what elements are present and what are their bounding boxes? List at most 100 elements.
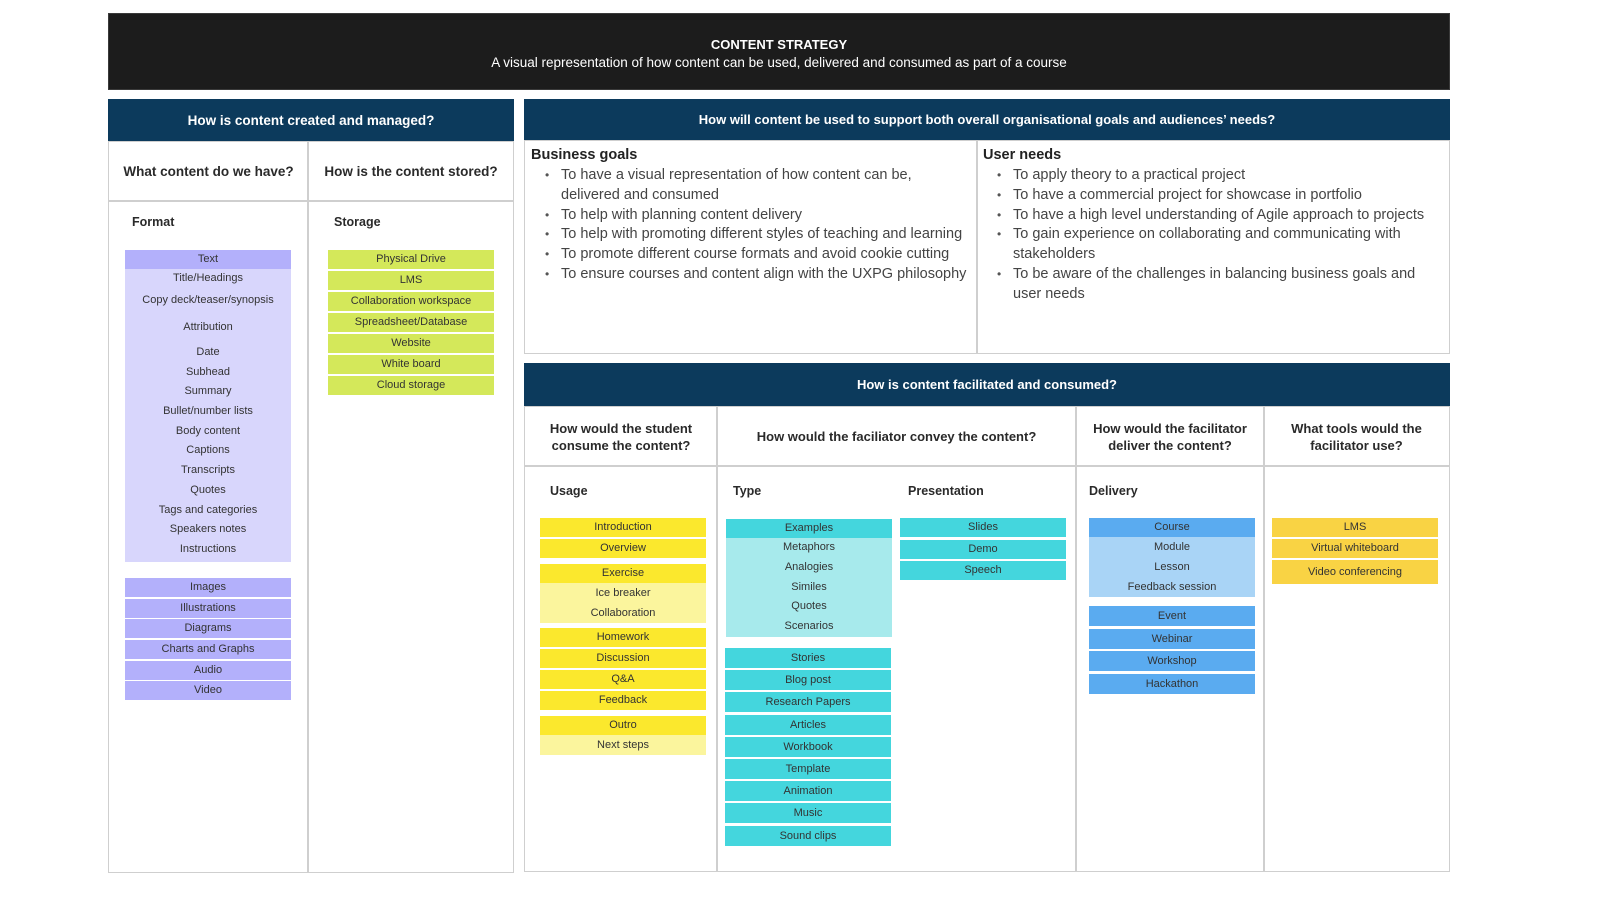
sticky-title-headings: Title/Headings [173,272,243,284]
sticky-metaphors: Metaphors [783,541,835,553]
sticky-video-conferencing: Video conferencing [1272,560,1438,584]
question-facilitator-convey: How would the faciliator convey the cont… [756,429,1037,444]
sticky-collaboration-workspace: Collaboration workspace [328,292,494,311]
sticky-collaboration: Collaboration [540,603,706,623]
sticky-overview: Overview [540,539,706,558]
sticky-course-heading: Course [1089,518,1255,537]
sticky-spreadsheet-database: Spreadsheet/Database [328,313,494,332]
sticky-workbook: Workbook [725,736,891,757]
facilitated-section-header: How is content facilitated and consumed? [524,363,1450,406]
sticky-feedback-session: Feedback session [1127,581,1217,593]
sticky-audio: Audio [125,660,291,680]
user-needs-list: To apply theory to a practical projectTo… [983,166,1445,305]
sticky-next-steps: Next steps [540,735,706,755]
row-divider [524,465,1450,467]
sticky-website: Website [328,334,494,353]
goal-item: To be aware of the challenges in balanci… [983,265,1445,305]
column-divider [307,141,309,873]
sticky-illustrations: Illustrations [125,598,291,618]
usage-stack: Introduction Overview Exercise Ice breaker C… [540,518,706,760]
course-group: Course Module Lesson Feedback session [1089,518,1255,597]
sticky-examples-heading: Examples [726,519,892,538]
sticky-sound-clips: Sound clips [725,825,891,846]
delivery-stack: Event Webinar Workshop Hackathon [1089,606,1255,696]
sticky-outro: Outro [540,716,706,735]
sticky-slides: Slides [900,518,1066,537]
usage-label: Usage [550,484,588,498]
created-section-header: How is content created and managed? [108,99,514,141]
sticky-charts-and-graphs: Charts and Graphs [125,640,291,660]
media-format-stack: Images Illustrations Diagrams Charts and Gr… [125,578,291,702]
sticky-introduction: Introduction [540,518,706,537]
sticky-articles: Articles [725,714,891,735]
column-divider [1263,406,1265,872]
sticky-date: Date [196,346,220,358]
goal-item: To have a commercial project for showcas… [983,186,1445,206]
question-student-consume: How would the student consume the conten… [549,420,693,453]
examples-group: Examples Metaphors Analogies Similes Quotes… [726,519,892,637]
sticky-feedback: Feedback [540,691,706,710]
column-divider [716,406,718,872]
sticky-physical-drive: Physical Drive [328,250,494,269]
sticky-cloud-storage: Cloud storage [328,376,494,395]
sticky-webinar: Webinar [1089,628,1255,649]
goals-section-header: How will content be used to support both… [524,99,1450,140]
sticky-scenarios: Scenarios [784,620,834,633]
sticky-event: Event [1089,606,1255,626]
user-needs-title: User needs [983,147,1062,163]
goal-item: To gain experience on collaborating and … [983,225,1445,265]
tools-stack: LMS Virtual whiteboard Video conferencing [1272,518,1438,586]
type-label: Type [733,484,762,498]
sticky-blog-post: Blog post [725,670,891,691]
presentation-label: Presentation [908,484,984,498]
sticky-research-papers: Research Papers [725,692,891,713]
sticky-speech: Speech [900,561,1066,580]
business-goals-title: Business goals [531,147,638,163]
sticky-stories: Stories [725,648,891,668]
type-stack: Stories Blog post Research Papers Articles W… [725,648,891,848]
sticky-hackathon: Hackathon [1089,673,1255,694]
sticky-music: Music [725,803,891,824]
column-divider [976,140,978,354]
title-banner: CONTENT STRATEGY A visual representation… [108,13,1450,90]
sticky-quotes: Quotes [190,483,226,496]
banner-title: CONTENT STRATEGY [710,37,848,52]
sticky-workshop: Workshop [1089,651,1255,671]
sticky-quotes: Quotes [791,600,827,613]
question-facilitator-tools: What tools would the facilitator use? [1291,420,1422,453]
sticky-body-content: Body content [175,424,241,437]
row-divider [108,200,514,202]
sticky-text-heading: Text [125,250,291,269]
sticky-summary: Summary [184,385,232,398]
presentation-stack: Slides Demo Speech [900,518,1066,583]
sticky-animation: Animation [725,781,891,802]
sticky-discussion: Discussion [540,649,706,668]
sticky-images: Images [125,578,291,597]
goal-item: To have a visual representation of how c… [531,166,971,206]
question-what-content: What content do we have? [123,164,294,179]
business-goals-list: To have a visual representation of how c… [531,166,971,285]
goal-item: To promote different course formats and … [531,245,971,265]
goal-item: To help with promoting different styles … [531,225,971,245]
banner-subtitle: A visual representation of how content c… [491,55,1067,70]
storage-stack: Physical Drive LMS Collaboration workspace… [328,250,494,397]
sticky-lms: LMS [328,271,494,290]
sticky-bullet-number-lists: Bullet/number lists [163,405,253,418]
column-divider [1075,406,1077,872]
sticky-homework: Homework [540,628,706,647]
sticky-speakers-notes: Speakers notes [169,523,247,536]
goal-item: To have a high level understanding of Ag… [983,206,1445,226]
sticky-instructions: Instructions [179,542,237,555]
sticky-similes: Similes [791,580,827,593]
sticky-ice-breaker: Ice breaker [540,583,706,603]
sticky-diagrams: Diagrams [125,619,291,639]
sticky-template: Template [725,758,891,779]
text-format-group: Text Title/Headings Copy deck/teaser/syno… [125,250,291,562]
sticky-virtual-whiteboard: Virtual whiteboard [1272,539,1438,558]
storage-label: Storage [334,215,381,229]
goal-item: To help with planning content delivery [531,206,971,226]
sticky-lms: LMS [1272,518,1438,537]
sticky-analogies: Analogies [784,560,834,573]
sticky-transcripts: Transcripts [181,464,235,477]
sticky-q-a: Q&A [540,670,706,689]
